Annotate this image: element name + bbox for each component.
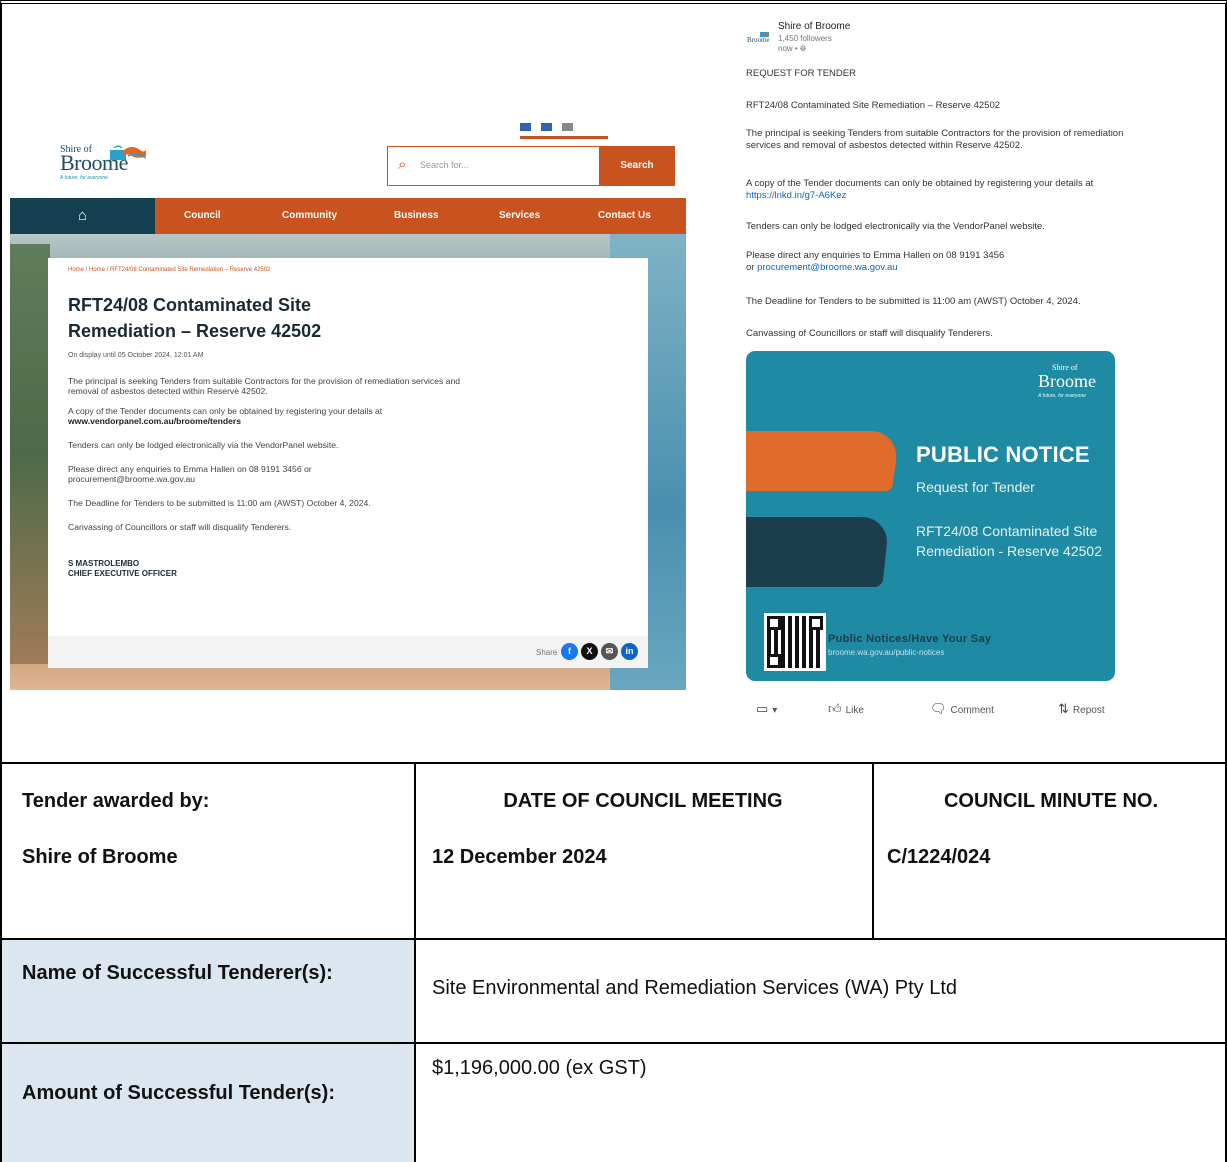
main-nav: ⌂ Council Community Business Services Co… [10,198,686,234]
repost-icon: ⇅ [1058,701,1069,716]
content-card: Home / Home / RFT24/08 Contaminated Site… [48,258,648,668]
procurement-email-link[interactable]: procurement@broome.wa.gov.au [757,262,897,273]
wave-logo-icon [110,145,146,160]
linkedin-post: Broome Shire of Broome 1,450 followers n… [746,18,1130,718]
tenderer-label: Name of Successful Tenderer(s): [22,962,333,984]
header-accent-bar [520,136,608,139]
amount-label: Amount of Successful Tender(s): [22,1082,335,1104]
body-paragraph: The Deadline for Tenders to be submitted… [68,498,371,508]
svg-text:Broome: Broome [747,36,770,44]
minute-no-value: C/1224/024 [887,846,991,868]
notice-description: RFT24/08 Contaminated Site Remediation -… [916,523,1102,559]
navy-brush-stroke [746,517,890,587]
nav-services[interactable]: Services [499,198,540,234]
post-line: The principal is seeking Tenders from su… [746,128,1124,151]
post-line: Canvassing of Councillors or staff will … [746,328,993,339]
nav-business[interactable]: Business [394,198,438,234]
body-paragraph: Canvassing of Councillors or staff will … [68,522,292,532]
repost-button[interactable]: ⇅ Repost [1058,701,1105,717]
social-links [520,118,680,139]
nav-community[interactable]: Community [282,198,337,234]
search-input[interactable]: ⌕ Search for... [387,146,599,186]
notice-heading: PUBLIC NOTICE [916,442,1090,467]
notice-logo: Shire of Broome A future, for everyone [1038,363,1096,399]
meeting-date-value: 12 December 2024 [432,846,607,868]
chevron-down-icon: ▾ [772,705,778,716]
post-line: Please direct any enquiries to Emma Hall… [746,250,1005,273]
vendorpanel-link[interactable]: www.vendorpanel.com.au/broome/tenders [68,416,241,426]
body-paragraph: A copy of the Tender documents can only … [68,406,383,426]
post-followers: 1,450 followers [778,34,832,43]
hero-foliage [10,244,50,664]
table-border-top [0,762,1227,764]
comment-icon: 🗨︎ [930,701,947,716]
notice-footer-title: Public Notices/Have Your Say [828,633,992,645]
facebook-icon[interactable] [520,123,531,131]
display-until: On display until 05 October 2024, 12:01 … [68,352,204,359]
email-icon[interactable] [562,123,573,131]
comment-button[interactable]: 🗨︎ Comment [930,701,994,717]
notice-footer-url: broome.wa.gov.au/public-notices [828,648,945,657]
like-button[interactable]: 👍︎ Like [828,701,864,717]
public-notice-image[interactable]: Shire of Broome A future, for everyone P… [746,351,1115,681]
table-column-divider [414,762,416,1162]
x-share-icon[interactable]: X [581,643,598,660]
awarded-by-value: Shire of Broome [22,846,178,868]
awarded-by-label: Tender awarded by: [22,790,210,812]
post-line: The Deadline for Tenders to be submitted… [746,296,1081,307]
minute-no-label: COUNCIL MINUTE NO. [943,790,1159,812]
body-paragraph: The principal is seeking Tenders from su… [68,376,461,396]
amount-value: $1,196,000.00 (ex GST) [432,1057,647,1079]
website-screenshot: Shire of Broome A future, for everyone ⌕… [10,112,686,690]
shire-avatar-icon[interactable]: Broome [746,31,770,45]
post-actions: ▭ ▾ 👍︎ Like 🗨︎ Comment ⇅ Repost [746,698,1130,718]
nav-contact-us[interactable]: Contact Us [598,198,651,234]
body-paragraph: Tenders can only be lodged electronicall… [68,440,339,450]
table-row-border [0,1042,1227,1044]
table-column-divider [872,762,874,940]
post-time: now • 🌐︎ [778,44,807,53]
post-line: Tenders can only be lodged electronicall… [746,221,1045,232]
signature-block: S MASTROLEMBO CHIEF EXECUTIVE OFFICER [68,559,177,578]
avatar-icon: ▭ [756,701,769,716]
facebook-share-icon[interactable]: f [561,643,578,660]
search-button[interactable]: Search [599,146,675,186]
home-icon[interactable]: ⌂ [10,198,155,234]
search-icon: ⌕ [398,156,407,173]
post-line: A copy of the Tender documents can only … [746,178,1094,201]
email-share-icon[interactable]: ✉ [601,643,618,660]
body-paragraph: Please direct any enquiries to Emma Hall… [68,464,312,484]
linkedin-icon[interactable] [541,123,552,131]
shire-logo[interactable]: Shire of Broome A future, for everyone [60,144,160,184]
breadcrumb[interactable]: Home / Home / RFT24/08 Contaminated Site… [68,267,270,273]
lnkd-link[interactable]: https://lnkd.in/g7-A6Kez [746,190,846,201]
meeting-date-label: DATE OF COUNCIL MEETING [503,790,783,812]
nav-council[interactable]: Council [184,198,221,234]
page-title: RFT24/08 Contaminated Site Remediation –… [68,295,322,341]
globe-icon: 🌐︎ [799,44,807,53]
tenderer-value: Site Environmental and Remediation Servi… [432,977,958,999]
post-line: RFT24/08 Contaminated Site Remediation –… [746,100,1001,111]
reaction-selector[interactable]: ▭ ▾ [756,701,777,717]
site-header: Shire of Broome A future, for everyone ⌕… [10,112,686,198]
share-label: Share [536,648,558,657]
share-bar: Share f X ✉ in [48,636,648,668]
post-line: REQUEST FOR TENDER [746,68,856,79]
qr-code-icon [764,613,826,671]
linkedin-share-icon[interactable]: in [621,643,638,660]
post-author[interactable]: Shire of Broome [778,21,850,32]
notice-subheading: Request for Tender [916,479,1035,495]
orange-brush-stroke [746,431,901,491]
thumbs-up-icon: 👍︎ [828,701,842,716]
